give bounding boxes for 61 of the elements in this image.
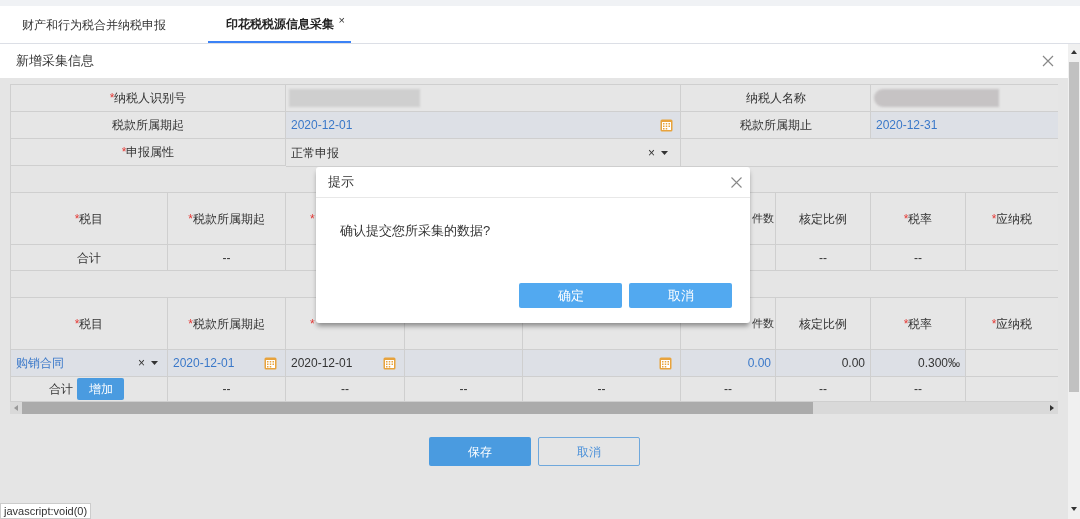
date-field[interactable] <box>523 350 681 377</box>
date-field[interactable]: 2020-12-01 <box>286 350 405 377</box>
field-label: *税率 <box>903 210 933 228</box>
field-label: *税目 <box>74 210 104 228</box>
field-label: * <box>310 315 315 333</box>
calendar-icon[interactable] <box>659 356 672 370</box>
dialog-message: 确认提交您所采集的数据? <box>340 222 491 240</box>
table-cell: -- <box>871 245 966 271</box>
field-label: *税款所属期起 <box>188 210 265 228</box>
table-cell: 0.300‰ <box>871 350 966 377</box>
field-label: *纳税人识别号 <box>109 90 187 107</box>
field-label: 核定比例 <box>799 315 847 333</box>
cancel-button[interactable]: 取消 <box>629 283 732 308</box>
field-label: 税款所属期起 <box>112 117 184 134</box>
field-label: *税目 <box>74 315 104 333</box>
scroll-up-icon[interactable] <box>1071 50 1077 54</box>
field-label: *应纳税 <box>991 315 1033 333</box>
date-field[interactable]: 2020-12-31 <box>871 112 1058 139</box>
tab-close[interactable]: × <box>338 12 345 29</box>
status-url: javascript:void(0) <box>0 503 92 519</box>
clear-icon[interactable]: × <box>138 354 145 372</box>
panel-title: 新增采集信息 <box>16 52 94 71</box>
field-label: 税款所属期止 <box>739 117 812 134</box>
date-field[interactable]: 2020-12-01 <box>168 350 286 377</box>
caret-icon[interactable] <box>661 150 668 155</box>
confirm-button[interactable]: 确定 <box>519 283 622 308</box>
input-field[interactable]: 0.00 <box>681 350 776 377</box>
calendar-icon[interactable] <box>660 118 673 132</box>
tab[interactable]: 财产和行为税合并纳税申报 <box>0 6 182 43</box>
field-label: 件数 <box>752 211 774 227</box>
select-field[interactable]: 购销合同 × <box>11 350 168 377</box>
field-label: * <box>310 210 315 228</box>
field-label: *应纳税 <box>991 210 1033 228</box>
close-icon[interactable] <box>731 176 742 188</box>
scroll-right-icon[interactable] <box>1050 405 1054 411</box>
horizontal-scrollbar[interactable] <box>10 402 1058 414</box>
table-cell: -- <box>776 245 871 271</box>
dialog-title: 提示 <box>328 173 354 192</box>
clear-icon[interactable]: × <box>648 143 655 162</box>
field-label: 纳税人名称 <box>745 90 806 107</box>
total-label: 合计 <box>49 381 73 398</box>
table-cell: 0.00 <box>776 350 871 377</box>
table-cell: -- <box>168 245 286 271</box>
field-label: 件数 <box>752 316 774 332</box>
cancel-button[interactable]: 取消 <box>537 437 640 466</box>
field-label: *税率 <box>903 315 933 333</box>
table-cell: 合计 <box>11 245 168 271</box>
scroll-left-icon[interactable] <box>14 405 18 411</box>
field-label: *税款所属期起 <box>188 315 265 333</box>
calendar-icon[interactable] <box>383 356 396 370</box>
date-field[interactable]: 2020-12-01 <box>286 112 681 139</box>
close-icon[interactable] <box>1042 55 1054 67</box>
calendar-icon[interactable] <box>264 356 277 370</box>
add-button[interactable]: 增加 <box>77 378 124 400</box>
scroll-down-icon[interactable] <box>1071 507 1077 511</box>
vertical-scrollbar[interactable] <box>1068 44 1080 519</box>
caret-icon[interactable] <box>151 361 158 365</box>
field-label: 核定比例 <box>799 210 847 228</box>
field-label: *申报属性 <box>121 144 175 161</box>
select-field[interactable]: 正常申报 × <box>286 139 681 167</box>
save-button[interactable]: 保存 <box>428 437 531 466</box>
